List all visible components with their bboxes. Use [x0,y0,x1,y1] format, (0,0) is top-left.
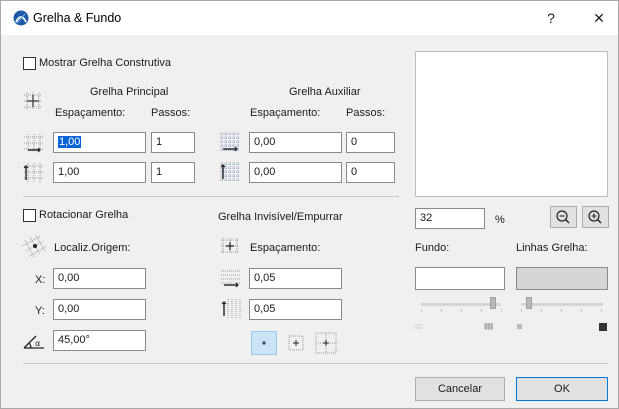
section-divider [23,196,399,197]
grid-lines-slider-track[interactable] [521,303,603,306]
title-bar[interactable]: Grelha & Fundo ? ✕ [1,1,618,35]
aux-vertical-spacing-icon [220,162,240,182]
snap-mode-center-toggle[interactable] [251,331,277,355]
show-grid-checkbox[interactable] [23,57,36,70]
aux-v-spacing-input[interactable]: 0,00 [249,162,342,183]
zoom-in-icon [588,210,602,224]
archicad-logo-icon [13,10,29,26]
main-v-spacing-input[interactable]: 1,00 [53,162,146,183]
snap-mode-small-grid-toggle[interactable] [283,331,309,355]
zoom-input[interactable]: 32 [415,208,485,229]
main-spacing-label: Espaçamento: [55,107,126,119]
rotated-origin-icon [23,235,47,257]
background-slider-track[interactable] [421,303,501,306]
close-button[interactable]: ✕ [589,8,609,28]
snap-horizontal-icon [221,270,241,288]
aux-spacing-label: Espaçamento: [250,107,321,119]
grid-lines-slider-thumb[interactable] [526,297,533,309]
zoom-in-button[interactable] [582,206,609,228]
angle-icon: α [23,335,44,349]
dense-grid-icon [484,323,493,330]
grid-background-dialog: Grelha & Fundo ? ✕ Mostrar Grelha Constr… [0,0,619,409]
light-dot-grid-icon [517,324,522,329]
cancel-button[interactable]: Cancelar [415,377,505,401]
show-grid-label: Mostrar Grelha Construtiva [39,57,172,69]
aux-horizontal-spacing-icon [220,132,240,152]
light-grid-icon [414,324,423,329]
background-color-swatch[interactable] [415,267,505,290]
snap-v-spacing-input[interactable]: 0,05 [249,299,342,320]
aux-grid-title: Grelha Auxiliar [289,86,361,98]
ok-button[interactable]: OK [516,377,608,401]
y-label: Y: [35,305,45,317]
background-label: Fundo: [415,242,450,254]
plus-dot-icon [262,341,266,345]
main-steps-label: Passos: [151,107,191,119]
aux-steps-label: Passos: [346,107,386,119]
vertical-spacing-icon [23,163,44,183]
zoom-out-icon [556,210,570,224]
background-slider-thumb[interactable] [490,297,496,309]
main-v-steps-input[interactable]: 1 [151,162,195,183]
angle-input[interactable]: 45,00° [53,330,146,351]
dark-dot-grid-icon [599,323,607,331]
rotate-grid-checkbox[interactable] [23,209,36,222]
x-label: X: [35,274,46,286]
snap-h-spacing-input[interactable]: 0,05 [249,268,342,289]
origin-label: Localiz.Origem: [54,242,131,254]
main-h-steps-input[interactable]: 1 [151,132,195,153]
aux-h-steps-input[interactable]: 0 [346,132,395,153]
zoom-unit-label: % [495,214,505,226]
grid-lines-label: Linhas Grelha: [516,242,588,254]
snap-spacing-label: Espaçamento: [250,242,321,254]
dialog-title: Grelha & Fundo [33,11,122,25]
snap-vertical-icon [221,299,241,319]
rotate-grid-label: Rotacionar Grelha [39,209,129,221]
snap-grid-icon [221,238,239,254]
main-grid-icon [24,92,42,110]
small-grid-icon [288,335,304,351]
main-grid-title: Grelha Principal [90,86,169,98]
zoom-out-button[interactable] [550,206,577,228]
svg-text:α: α [35,339,40,348]
large-grid-icon [315,332,337,354]
main-h-spacing-input[interactable]: 1,00 [53,132,146,153]
snap-mode-large-grid-toggle[interactable] [313,331,339,355]
aux-h-spacing-input[interactable]: 0,00 [249,132,342,153]
footer-divider [23,363,608,364]
horizontal-spacing-icon [24,134,44,153]
origin-x-input[interactable]: 0,00 [53,268,146,289]
grid-lines-color-swatch[interactable] [516,267,608,290]
grid-preview[interactable] [415,51,608,197]
aux-v-steps-input[interactable]: 0 [346,162,395,183]
help-button[interactable]: ? [541,8,561,28]
snap-grid-title: Grelha Invisível/Empurrar [218,211,343,223]
origin-y-input[interactable]: 0,00 [53,299,146,320]
